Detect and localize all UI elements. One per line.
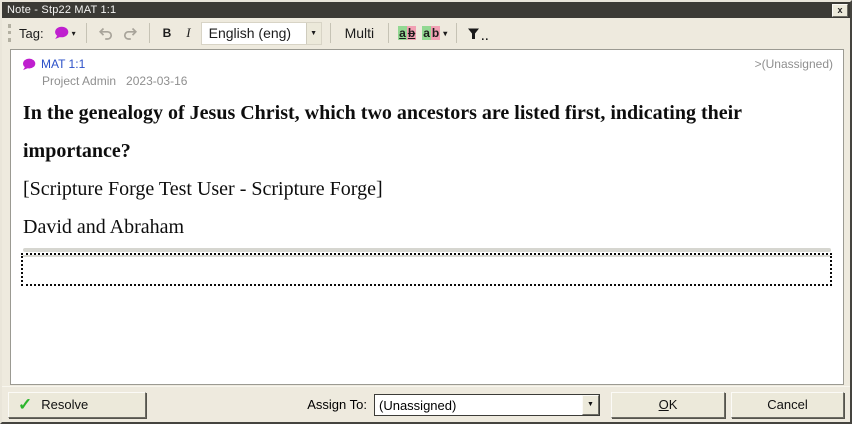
undo-button[interactable]	[93, 23, 118, 44]
chevron-down-icon: ▾	[443, 29, 447, 38]
highlight-a-glyph: a	[422, 26, 431, 40]
content-frame: MAT 1:1 >(Unassigned) Project Admin 2023-…	[2, 48, 850, 386]
language-select[interactable]: English (eng) ▼	[201, 22, 322, 45]
highlight-color-button[interactable]: ab ▾	[419, 24, 450, 42]
toolbar-separator	[388, 23, 389, 43]
close-icon: x	[837, 6, 842, 15]
assignee-dropdown[interactable]: (Unassigned) ▼	[374, 394, 600, 416]
toolbar-separator	[149, 23, 150, 43]
highlight-a-glyph: a	[398, 26, 407, 40]
ok-button-rest: K	[669, 397, 678, 412]
note-body: In the genealogy of Jesus Christ, which …	[23, 94, 833, 246]
check-icon: ✓	[18, 396, 32, 413]
assignment-status: >(Unassigned)	[755, 57, 833, 71]
italic-button[interactable]: I	[178, 22, 198, 44]
chevron-down-icon: ▾	[72, 29, 76, 38]
note-date: 2023-03-16	[126, 74, 187, 88]
highlight-b-glyph: b	[431, 26, 440, 40]
filter-button[interactable]: ..	[463, 24, 493, 43]
reply-field-frame	[21, 253, 832, 286]
tag-dropdown-button[interactable]: ▾	[49, 23, 80, 43]
note-content-panel: MAT 1:1 >(Unassigned) Project Admin 2023-…	[10, 49, 844, 385]
cancel-button[interactable]: Cancel	[731, 392, 844, 418]
comment-tag-icon	[53, 26, 69, 40]
toolbar-grip-handle[interactable]	[8, 24, 11, 42]
filter-icon	[467, 27, 480, 40]
note-question-text: In the genealogy of Jesus Christ, which …	[23, 94, 833, 170]
toolbar-separator	[86, 23, 87, 43]
multi-button[interactable]: Multi	[337, 22, 383, 44]
language-select-value: English (eng)	[202, 23, 306, 44]
note-attribution-text: [Scripture Forge Test User - Scripture F…	[23, 170, 833, 208]
highlight-b-strike-glyph: b	[407, 26, 416, 40]
window-title: Note - Stp22 MAT 1:1	[7, 3, 832, 18]
note-meta: Project Admin 2023-03-16	[42, 74, 833, 88]
assignee-dropdown-value: (Unassigned)	[375, 395, 582, 415]
resolve-button[interactable]: ✓ Resolve	[8, 392, 146, 418]
scripture-reference-link[interactable]: MAT 1:1	[41, 57, 85, 71]
filter-dots: ..	[481, 34, 489, 40]
clear-highlight-button[interactable]: ab	[395, 24, 419, 42]
footer-bar: ✓ Resolve Assign To: (Unassigned) ▼ OK C…	[2, 386, 850, 422]
redo-button[interactable]	[118, 23, 143, 44]
dropdown-arrow-glyph: ▼	[587, 401, 594, 408]
note-header: MAT 1:1 >(Unassigned)	[21, 57, 833, 71]
tag-label: Tag:	[19, 26, 44, 41]
assign-to-label: Assign To:	[307, 397, 367, 412]
chevron-down-icon[interactable]: ▼	[306, 23, 321, 44]
note-author: Project Admin	[42, 74, 116, 88]
toolbar-separator	[456, 23, 457, 43]
undo-icon	[97, 26, 114, 41]
toolbar-separator	[330, 23, 331, 43]
comment-note-icon	[21, 58, 36, 71]
resolve-button-label: Resolve	[41, 397, 88, 412]
toolbar: Tag: ▾	[2, 18, 850, 48]
redo-icon	[122, 26, 139, 41]
reply-input[interactable]	[23, 255, 830, 284]
ok-button[interactable]: OK	[611, 392, 725, 418]
bold-button[interactable]: B	[156, 23, 179, 43]
close-button[interactable]: x	[832, 4, 848, 17]
note-answer-text: David and Abraham	[23, 208, 833, 246]
assign-group: Assign To: (Unassigned) ▼	[307, 394, 600, 416]
chevron-down-icon[interactable]: ▼	[582, 395, 599, 415]
ok-button-key: O	[659, 397, 669, 412]
note-dialog-window: Note - Stp22 MAT 1:1 x Tag: ▾	[0, 0, 852, 424]
reply-divider	[23, 248, 831, 252]
titlebar[interactable]: Note - Stp22 MAT 1:1 x	[2, 2, 850, 18]
